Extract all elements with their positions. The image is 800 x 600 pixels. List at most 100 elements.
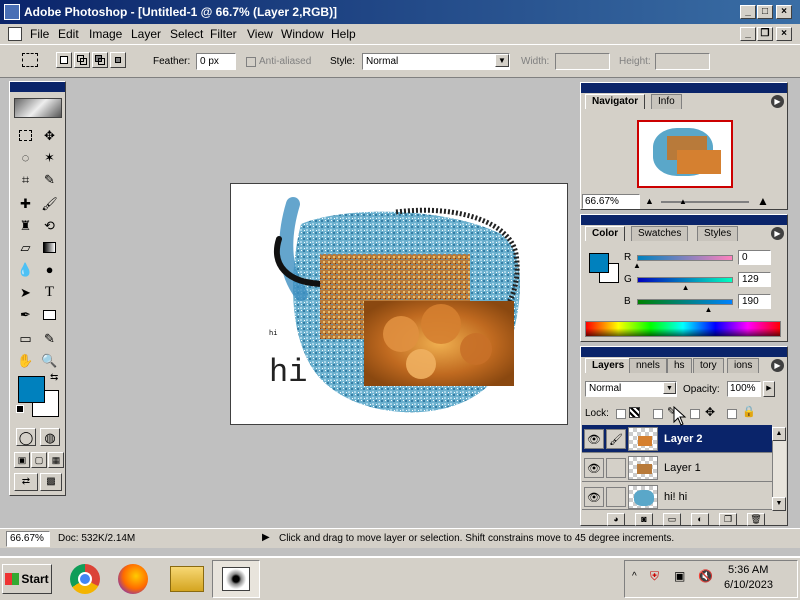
menu-filter[interactable]: Filter [210,27,237,41]
selection-subtract-button[interactable] [92,52,108,68]
layer-set-folder-icon[interactable]: ▭ [663,513,681,526]
magic-wand-tool-icon[interactable]: ✶ [38,147,61,168]
minimize-button[interactable]: _ [740,5,756,19]
imageready-icon[interactable]: ▩ [40,473,62,491]
lock-position-checkbox[interactable] [690,409,700,419]
lock-transparency-checkbox[interactable] [616,409,626,419]
layer-name[interactable]: Layer 1 [664,462,701,474]
lasso-tool-icon[interactable]: ◌ [14,147,37,168]
eraser-tool-icon[interactable]: ▱ [14,237,37,258]
file-explorer-icon[interactable] [170,566,204,592]
lock-all-checkbox[interactable] [727,409,737,419]
healing-brush-tool-icon[interactable]: ✚ [14,193,37,214]
jump-to-imageready-icon[interactable]: ⇄ [14,473,38,491]
selection-intersect-button[interactable] [110,52,126,68]
blur-tool-icon[interactable]: 💧 [14,259,37,280]
link-slot-icon[interactable] [606,458,626,478]
tab-styles[interactable]: Styles [697,226,739,241]
eye-icon[interactable]: 👁 [584,487,604,507]
menu-layer[interactable]: Layer [131,27,161,41]
clone-stamp-tool-icon[interactable]: ♜ [14,215,37,236]
brush-tool-icon[interactable]: 🖌 [38,193,61,214]
b-slider-handle-icon[interactable]: ▲ [705,305,713,314]
doc-minimize-button[interactable]: _ [740,27,756,41]
layer-name[interactable]: hi! hi [664,491,687,503]
layer-row-hi-hi[interactable]: 👁 hi! hi [582,483,772,510]
start-button[interactable]: Start [2,564,52,594]
chevron-down-icon[interactable]: ▼ [495,54,509,67]
tab-paths[interactable]: hs [667,358,692,373]
g-slider-handle-icon[interactable]: ▲ [682,283,690,292]
r-value-input[interactable]: 0 [738,250,771,265]
photoshop-icon[interactable] [212,560,260,598]
quick-mask-mode-icon[interactable]: ◍ [40,428,60,446]
eyedropper-tool-icon[interactable]: ✎ [38,328,61,349]
dodge-tool-icon[interactable]: ● [38,259,61,280]
tab-color[interactable]: Color [585,226,626,241]
selection-new-button[interactable] [56,52,72,68]
network-icon[interactable]: ▣ [674,569,685,583]
status-menu-arrow-icon[interactable]: ▶ [262,532,270,543]
volume-icon[interactable]: 🔇 [698,569,713,583]
navigator-zoom-slider[interactable] [661,201,749,203]
firefox-icon[interactable] [118,564,148,594]
trash-icon[interactable]: 🗑 [747,513,765,526]
style-select[interactable]: Normal ▼ [362,53,510,70]
menu-select[interactable]: Select [170,27,203,41]
panel-menu-arrow-icon[interactable]: ▶ [771,95,784,108]
menu-file[interactable]: File [30,27,49,41]
status-zoom-input[interactable]: 66.67% [6,531,50,547]
show-hidden-icons-icon[interactable]: ^ [632,571,637,582]
menu-image[interactable]: Image [89,27,122,41]
standard-screen-mode-icon[interactable]: ▣ [14,452,30,468]
navigator-slider-handle-icon[interactable]: ▲ [679,197,687,206]
scroll-up-icon[interactable]: ▲ [772,427,786,441]
zoom-out-icon[interactable]: ▲ [645,196,654,206]
layers-titlebar[interactable] [581,347,787,357]
document-canvas[interactable]: hi hi [230,183,568,425]
tab-history[interactable]: tory [693,358,724,373]
chevron-down-icon[interactable]: ▼ [663,382,676,394]
color-titlebar[interactable] [581,215,787,225]
default-colors-icon[interactable] [16,405,24,413]
rectangle-tool-icon[interactable] [38,304,61,325]
tab-swatches[interactable]: Swatches [631,226,689,241]
history-brush-tool-icon[interactable]: ⟲ [38,215,61,236]
swap-colors-icon[interactable]: ⇆ [50,372,58,383]
antialiased-checkbox[interactable] [246,57,256,67]
layer-style-icon[interactable]: ◕ [607,513,625,526]
clock-date[interactable]: 6/10/2023 [724,579,773,591]
marquee-preset-icon[interactable] [22,53,38,67]
path-selection-tool-icon[interactable]: ➤ [14,282,37,303]
tab-layers[interactable]: Layers [585,358,632,373]
opacity-arrow-icon[interactable]: ▶ [763,381,775,397]
status-doc-size[interactable]: Doc: 532K/2.14M [58,533,135,544]
layer-row-layer-1[interactable]: 👁 Layer 1 [582,454,772,482]
navigator-thumbnail[interactable] [637,120,733,188]
color-fg-swatch[interactable] [589,253,609,273]
height-input[interactable] [655,53,710,70]
notes-tool-icon[interactable]: ▭ [14,328,37,349]
full-screen-mode-icon[interactable]: ▦ [48,452,64,468]
feather-input[interactable]: 0 px [196,53,236,70]
paintbrush-icon[interactable]: 🖌 [606,429,626,449]
eye-icon[interactable]: 👁 [584,429,604,449]
doc-close-button[interactable]: × [776,27,792,41]
menu-help[interactable]: Help [331,27,356,41]
menu-edit[interactable]: Edit [58,27,79,41]
hand-tool-icon[interactable]: ✋ [14,350,37,371]
gradient-tool-icon[interactable] [38,237,61,258]
zoom-in-icon[interactable]: ▲ [757,194,769,208]
b-slider[interactable] [637,299,733,305]
tab-navigator[interactable]: Navigator [585,94,646,109]
tab-channels[interactable]: nnels [629,358,667,373]
pen-tool-icon[interactable]: ✒ [14,304,37,325]
adjustment-layer-icon[interactable]: ◐ [691,513,709,526]
doc-restore-button[interactable]: ❐ [757,27,773,41]
move-tool-icon[interactable]: ✥ [38,125,61,146]
close-button[interactable]: × [776,5,792,19]
type-tool-icon[interactable]: T [38,282,61,303]
lock-image-checkbox[interactable] [653,409,663,419]
eye-icon[interactable]: 👁 [584,458,604,478]
tab-info[interactable]: Info [651,94,682,109]
